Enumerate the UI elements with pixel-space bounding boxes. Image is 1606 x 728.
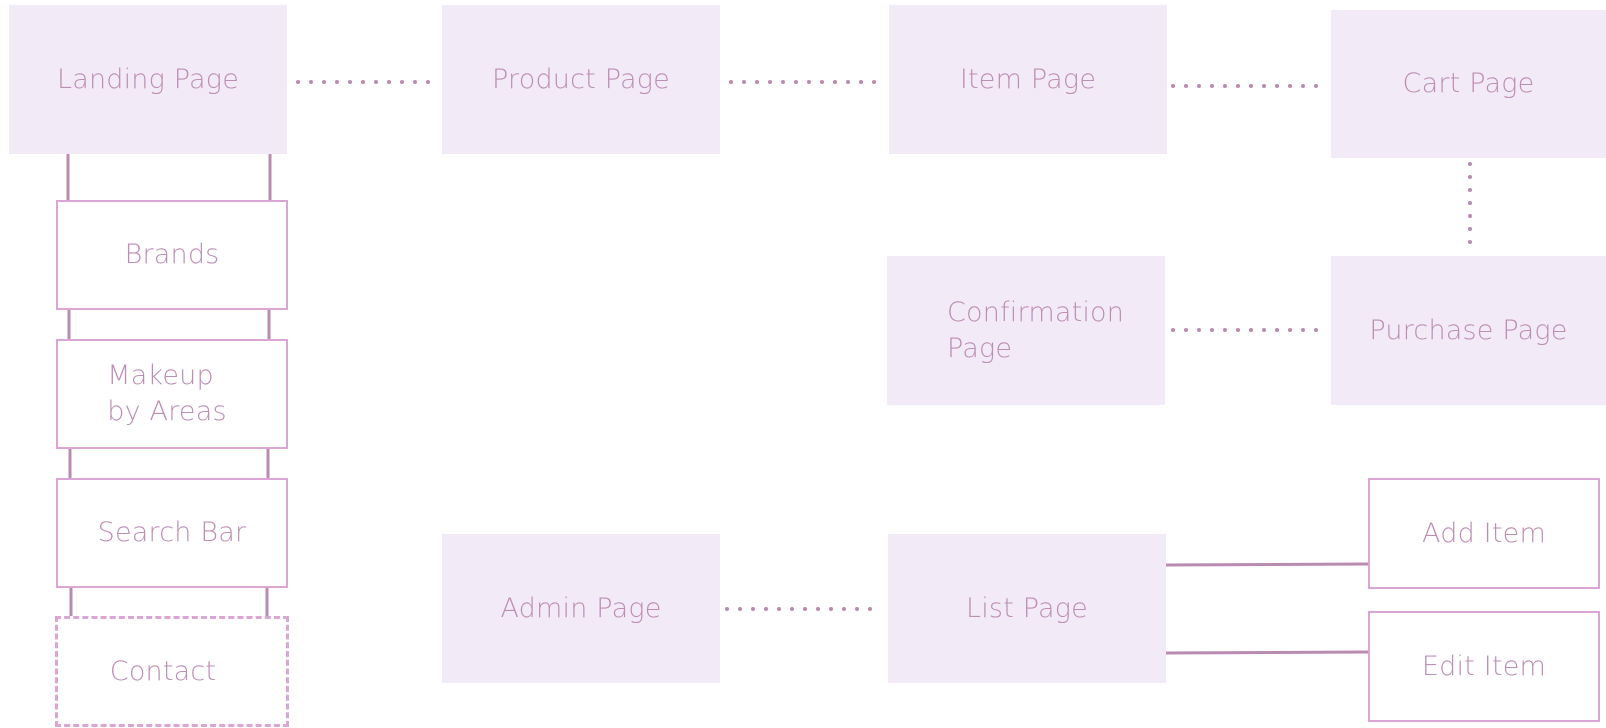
confirmation-label-line2: Page: [947, 332, 1013, 364]
confirmation-page-box[interactable]: Confirmation Page: [887, 256, 1165, 405]
dotted-connectors: [296, 80, 1472, 611]
makeup-by-areas-label: Makeup by Areas: [107, 358, 227, 429]
connector-list-add-item: [1165, 562, 1369, 567]
makeup-label-line1: Makeup: [107, 360, 214, 392]
search-bar-label: Search Bar: [97, 517, 247, 549]
landing-page-box[interactable]: Landing Page: [9, 5, 287, 154]
contact-label: Contact: [109, 655, 217, 687]
add-item-box[interactable]: Add Item: [1368, 478, 1600, 589]
add-item-label: Add Item: [1422, 517, 1546, 549]
landing-page-label: Landing Page: [56, 63, 240, 95]
cart-page-label: Cart Page: [1402, 68, 1535, 100]
item-page-label: Item Page: [959, 63, 1097, 95]
list-page-box[interactable]: List Page: [888, 534, 1166, 683]
admin-page-box[interactable]: Admin Page: [442, 534, 720, 683]
purchase-page-box[interactable]: Purchase Page: [1331, 256, 1606, 405]
edit-item-label: Edit Item: [1421, 650, 1547, 682]
item-page-box[interactable]: Item Page: [889, 5, 1167, 154]
confirmation-page-label: Confirmation Page: [947, 295, 1124, 366]
product-page-box[interactable]: Product Page: [442, 5, 720, 154]
cart-page-box[interactable]: Cart Page: [1331, 10, 1606, 158]
brands-box[interactable]: Brands: [56, 200, 288, 310]
makeup-label-line2: by Areas: [107, 396, 227, 427]
contact-box[interactable]: Contact: [55, 616, 289, 727]
product-page-label: Product Page: [492, 63, 670, 95]
list-page-label: List Page: [965, 592, 1088, 624]
makeup-by-areas-box[interactable]: Makeup by Areas: [56, 339, 288, 449]
admin-page-label: Admin Page: [500, 592, 662, 624]
confirmation-label-line1: Confirmation: [947, 296, 1125, 328]
edit-item-box[interactable]: Edit Item: [1368, 611, 1600, 722]
brands-label: Brands: [124, 239, 220, 271]
purchase-page-label: Purchase Page: [1369, 314, 1568, 346]
connector-list-edit-item: [1165, 650, 1369, 655]
search-bar-box[interactable]: Search Bar: [56, 478, 288, 588]
